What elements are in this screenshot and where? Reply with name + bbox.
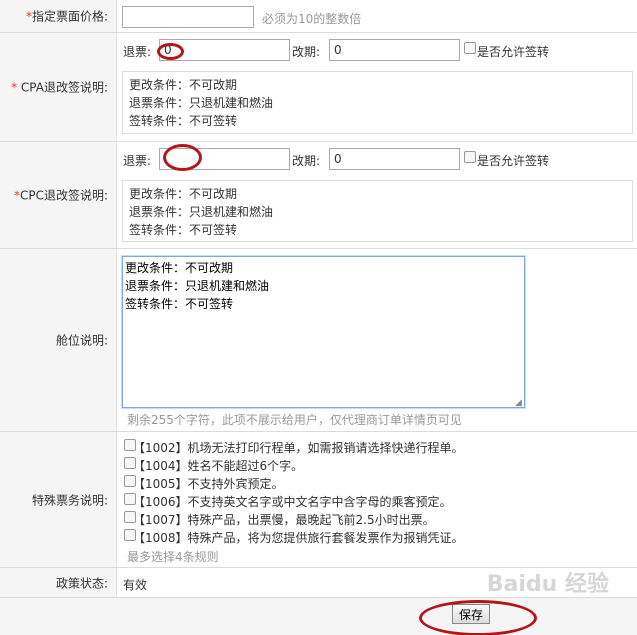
cpa-label-cell: * CPA退改签说明: [0,33,117,141]
cpa-rule-line: 更改条件：不可改期 [129,78,238,92]
price-label-cell: *指定票面价格: [0,0,117,32]
annotation-oval [163,144,202,171]
status-label: 政策状态: [55,576,108,590]
special-option-label: 【1007】特殊产品，出票慢，最晚起飞前2.5小时出票。 [133,513,435,527]
special-option-label: 【1008】特殊产品，将为您提供旅行套餐发票作为报销凭证。 [133,531,464,545]
special-label: 特殊票务说明: [31,493,108,507]
cpa-change-label: 改期: [292,45,321,59]
watermark-logo: Baidu 经验 [486,572,609,597]
special-row: 特殊票务说明: 【1002】机场无法打印行程单，如需报销请选择快递行程单。 【1… [0,432,637,568]
cpc-label: *CPC退改签说明: [13,188,108,203]
cpa-refund-label: 退票: [123,45,152,59]
cpc-row: *CPC退改签说明: 退票: 改期: 是否允许签转 更改条件：不可改期 退票条件… [0,142,637,249]
cabin-label: 舱位说明: [55,333,108,348]
price-input[interactable] [122,6,254,28]
cpc-change-label: 改期: [292,154,321,168]
cpc-rule-line: 更改条件：不可改期 [129,187,238,201]
cpa-label: * CPA退改签说明: [11,80,108,95]
resize-grip-icon[interactable]: ◢ [515,398,522,408]
cpc-rule-line: 签转条件：不可签转 [129,223,238,237]
cpa-rules-box: 更改条件：不可改期 退票条件：只退机建和燃油 签转条件：不可签转 [122,71,633,134]
cabin-label-cell: 舱位说明: [0,249,117,431]
cpc-change-input[interactable] [329,148,460,170]
cabin-textarea[interactable] [121,255,526,409]
cpc-label-cell: *CPC退改签说明: [0,142,117,248]
footer-bar [0,598,637,635]
cpa-change-input[interactable] [329,39,460,61]
cpa-endorse-label: 是否允许签转 [477,45,550,59]
price-label: *指定票面价格: [25,9,108,24]
status-label-cell: 政策状态: [0,568,117,597]
cpa-row: * CPA退改签说明: 退票: 改期: 是否允许签转 更改条件：不可改期 退票条… [0,33,637,142]
special-option-label: 【1005】不支持外宾预定。 [133,477,284,491]
annotation-oval [419,600,537,635]
special-label-cell: 特殊票务说明: [0,432,117,567]
special-option-label: 【1004】姓名不能超过6个字。 [133,459,304,473]
cpc-endorse-checkbox[interactable] [464,151,476,163]
special-option-label: 【1002】机场无法打印行程单，如需报销请选择快递行程单。 [133,441,464,455]
cpa-endorse-checkbox[interactable] [464,42,476,54]
special-option-label: 【1006】不支持英文名字或中文名字中含字母的乘客预定。 [133,495,452,509]
cabin-hint: 剩余255个字符，此项不展示给用户，仅代理商订单详情页可见 [127,413,462,427]
cpc-refund-label: 退票: [123,154,152,168]
status-value: 有效 [123,578,148,592]
cpa-rule-line: 签转条件：不可签转 [129,114,238,128]
cpc-rule-line: 退票条件：只退机建和燃油 [129,205,274,219]
cpa-rule-line: 退票条件：只退机建和燃油 [129,96,274,110]
special-hint: 最多选择4条规则 [127,550,219,564]
price-row: *指定票面价格: 必须为10的整数倍 [0,0,637,33]
annotation-oval [157,43,184,60]
cpc-endorse-label: 是否允许签转 [477,154,550,168]
price-hint: 必须为10的整数倍 [262,12,362,26]
cpc-rules-box: 更改条件：不可改期 退票条件：只退机建和燃油 签转条件：不可签转 [122,180,633,242]
